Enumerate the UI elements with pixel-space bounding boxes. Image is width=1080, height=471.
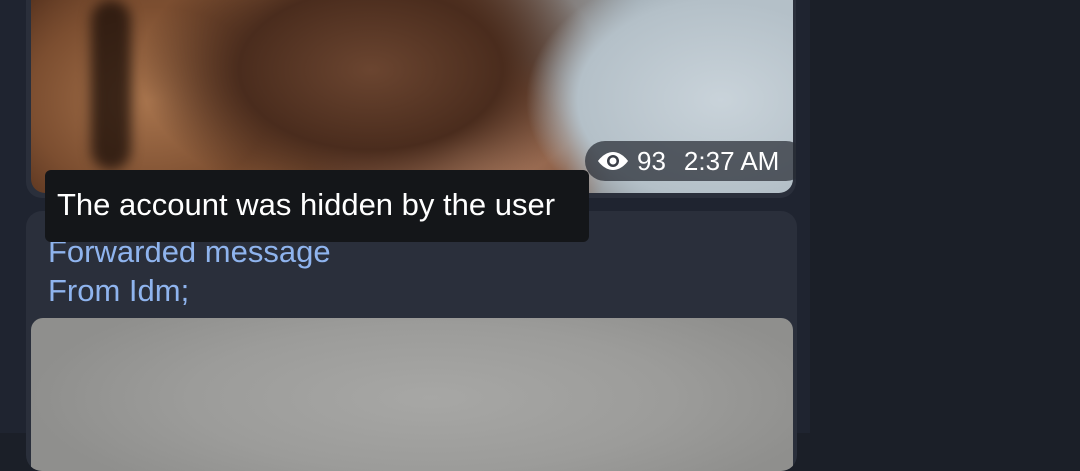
chat-message-list[interactable]: 93 2:37 AM Forwarded message From Idm; T… <box>0 0 810 471</box>
forwarded-message-photo[interactable] <box>31 318 793 471</box>
view-count: 93 <box>637 145 666 176</box>
eye-icon <box>598 152 628 170</box>
message-bubble-forwarded[interactable]: Forwarded message From Idm; <box>26 211 797 471</box>
message-time: 2:37 AM <box>683 145 780 176</box>
photo-shadow-detail <box>91 0 131 170</box>
hidden-account-tooltip: The account was hidden by the user <box>45 170 589 242</box>
message-meta-badge: 93 2:37 AM <box>585 141 796 181</box>
forwarded-from-link[interactable]: From Idm; <box>48 273 189 309</box>
message-bubble-photo[interactable]: 93 2:37 AM <box>26 0 796 198</box>
